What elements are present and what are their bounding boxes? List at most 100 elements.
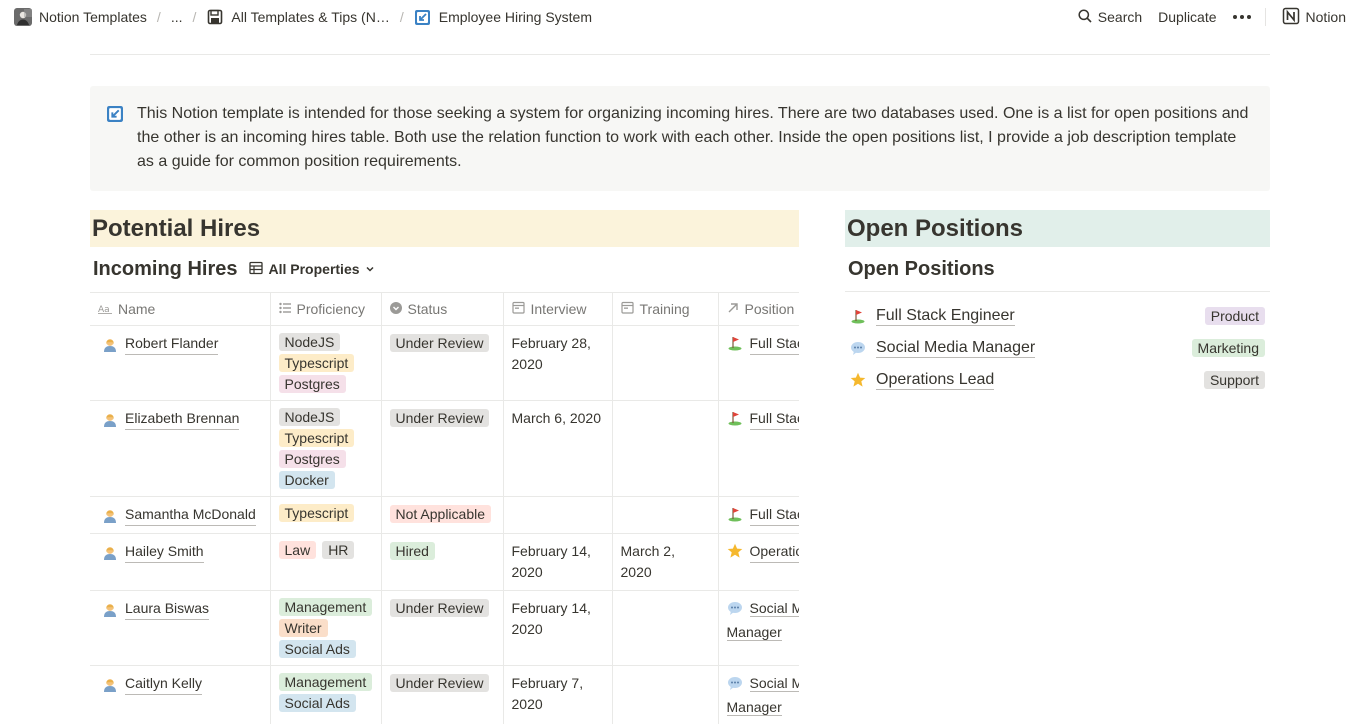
position-link[interactable]: Full Stack Engineer xyxy=(749,333,799,355)
training-cell[interactable]: March 2, 2020 xyxy=(612,533,719,591)
breadcrumb-item-ellipsis[interactable]: ... xyxy=(169,9,185,25)
position-link[interactable]: Operations Lead xyxy=(749,541,799,563)
breadcrumb-label: ... xyxy=(170,9,183,25)
status-cell[interactable]: Under Review xyxy=(381,325,504,401)
more-options-icon[interactable] xyxy=(1232,15,1251,19)
hire-name[interactable]: Elizabeth Brennan xyxy=(125,408,240,430)
column-label: Status xyxy=(407,301,448,317)
status-cell[interactable]: Under Review xyxy=(381,400,504,497)
status-cell[interactable]: Not Applicable xyxy=(381,496,504,534)
column-header-training[interactable]: Training xyxy=(612,292,719,326)
proficiency-cell[interactable]: Typescript xyxy=(270,496,382,534)
training-cell[interactable] xyxy=(612,325,719,401)
database-title[interactable]: Incoming Hires xyxy=(93,258,237,281)
blue-arrow-icon xyxy=(414,8,432,26)
breadcrumb-item-all-templates[interactable]: All Templates & Tips (N… xyxy=(204,8,391,26)
duplicate-label: Duplicate xyxy=(1158,9,1217,25)
training-cell[interactable] xyxy=(612,400,719,497)
database-title-bar: Incoming Hires All Properties xyxy=(93,256,375,282)
department-tag: Support xyxy=(1203,371,1265,389)
table-view-icon xyxy=(249,261,264,278)
proficiency-cell[interactable]: Management Writer Social Ads xyxy=(270,590,382,666)
position-link[interactable]: Full Stack Engineer xyxy=(749,504,799,526)
training-cell[interactable] xyxy=(612,590,719,666)
interview-cell[interactable]: February 14, 2020 xyxy=(503,590,613,666)
department-tag: Marketing xyxy=(1191,339,1265,357)
table-row[interactable]: Samantha McDonald Typescript Not Applica… xyxy=(90,496,799,534)
open-position-title[interactable]: Operations Lead xyxy=(876,371,995,390)
person-icon xyxy=(102,410,118,428)
position-cell[interactable]: Full Stack Engineer xyxy=(718,496,799,534)
training-cell[interactable] xyxy=(612,665,719,724)
breadcrumb-item-notion-templates[interactable]: Notion Templates xyxy=(12,8,149,26)
text-property-icon: Aa xyxy=(98,301,112,317)
proficiency-tags: Management Social Ads xyxy=(278,673,373,712)
golf-flag-icon xyxy=(727,410,743,426)
name-cell[interactable]: Caitlyn Kelly xyxy=(90,665,271,724)
position-cell[interactable]: Operations Lead xyxy=(718,533,799,591)
status-cell[interactable]: Hired xyxy=(381,533,504,591)
name-cell[interactable]: Laura Biswas xyxy=(90,590,271,666)
interview-cell[interactable]: March 6, 2020 xyxy=(503,400,613,497)
column-header-proficiency[interactable]: Proficiency xyxy=(270,292,382,326)
table-row[interactable]: Caitlyn Kelly Management Social Ads Under… xyxy=(90,665,799,724)
open-position-title[interactable]: Social Media Manager xyxy=(876,339,1036,358)
interview-cell[interactable]: February 7, 2020 xyxy=(503,665,613,724)
view-selector[interactable]: All Properties xyxy=(249,261,374,278)
person-icon xyxy=(102,335,118,353)
tag-row: Law HR xyxy=(278,541,355,559)
position-cell[interactable]: Social Media Manager xyxy=(718,665,799,724)
table-row[interactable]: Robert Flander NodeJS Typescript Postgres … xyxy=(90,325,799,401)
position-cell[interactable]: Social Media Manager xyxy=(718,590,799,666)
breadcrumb-item-employee-hiring-system[interactable]: Employee Hiring System xyxy=(412,8,594,26)
table-row[interactable]: Laura Biswas Management Writer Social Ads … xyxy=(90,590,799,666)
position-cell[interactable]: Full Stack Engineer xyxy=(718,325,799,401)
hire-name[interactable]: Caitlyn Kelly xyxy=(125,673,203,695)
column-header-status[interactable]: Status xyxy=(381,292,504,326)
interview-cell[interactable]: February 14, 2020 xyxy=(503,533,613,591)
hire-name[interactable]: Robert Flander xyxy=(125,333,219,355)
name-cell[interactable]: Robert Flander xyxy=(90,325,271,401)
hire-name[interactable]: Samantha McDonald xyxy=(125,504,256,526)
interview-cell[interactable] xyxy=(503,496,613,534)
tag-row: NodeJS xyxy=(278,408,341,426)
table-row[interactable]: Hailey Smith Law HR Hired February 14, 20… xyxy=(90,533,799,591)
name-cell[interactable]: Hailey Smith xyxy=(90,533,271,591)
column-header-position[interactable]: Position xyxy=(718,292,799,326)
open-position-title[interactable]: Full Stack Engineer xyxy=(876,307,1015,326)
name-cell[interactable]: Samantha McDonald xyxy=(90,496,271,534)
interview-cell[interactable]: February 28, 2020 xyxy=(503,325,613,401)
star-icon xyxy=(727,543,743,559)
status-cell[interactable]: Under Review xyxy=(381,590,504,666)
proficiency-tag: Management xyxy=(278,598,373,616)
search-button[interactable]: Search xyxy=(1078,8,1142,26)
proficiency-cell[interactable]: NodeJS Typescript Postgres xyxy=(270,325,382,401)
hire-name[interactable]: Hailey Smith xyxy=(125,541,204,563)
proficiency-tag: NodeJS xyxy=(278,333,341,351)
golf-flag-icon xyxy=(727,335,743,351)
breadcrumb-separator: / xyxy=(156,9,161,25)
proficiency-cell[interactable]: Law HR xyxy=(270,533,382,591)
position-cell[interactable]: Full Stack Engineer xyxy=(718,400,799,497)
speech-bubble-icon xyxy=(727,600,743,622)
training-cell[interactable] xyxy=(612,496,719,534)
open-position-item[interactable]: Full Stack Engineer Product xyxy=(845,300,1270,332)
table-row[interactable]: Elizabeth Brennan NodeJS Typescript Postgr… xyxy=(90,400,799,497)
name-cell[interactable]: Elizabeth Brennan xyxy=(90,400,271,497)
hire-name[interactable]: Laura Biswas xyxy=(125,598,210,620)
column-header-name[interactable]: Aa Name xyxy=(90,292,271,326)
proficiency-cell[interactable]: NodeJS Typescript Postgres Docker xyxy=(270,400,382,497)
status-cell[interactable]: Under Review xyxy=(381,665,504,724)
open-positions-list-title[interactable]: Open Positions xyxy=(848,256,995,282)
open-position-item[interactable]: Operations Lead Support xyxy=(845,364,1270,396)
date-icon xyxy=(620,301,634,317)
proficiency-cell[interactable]: Management Social Ads xyxy=(270,665,382,724)
column-header-interview[interactable]: Interview xyxy=(503,292,613,326)
open-position-item[interactable]: Social Media Manager Marketing xyxy=(845,332,1270,364)
position-link[interactable]: Full Stack Engineer xyxy=(749,408,799,430)
proficiency-tag: Typescript xyxy=(278,354,355,372)
notion-button[interactable]: Notion xyxy=(1282,7,1346,28)
top-bar: Notion Templates / ... / All Templates &… xyxy=(0,0,1358,34)
chevron-down-icon xyxy=(365,261,375,277)
duplicate-button[interactable]: Duplicate xyxy=(1158,9,1216,25)
